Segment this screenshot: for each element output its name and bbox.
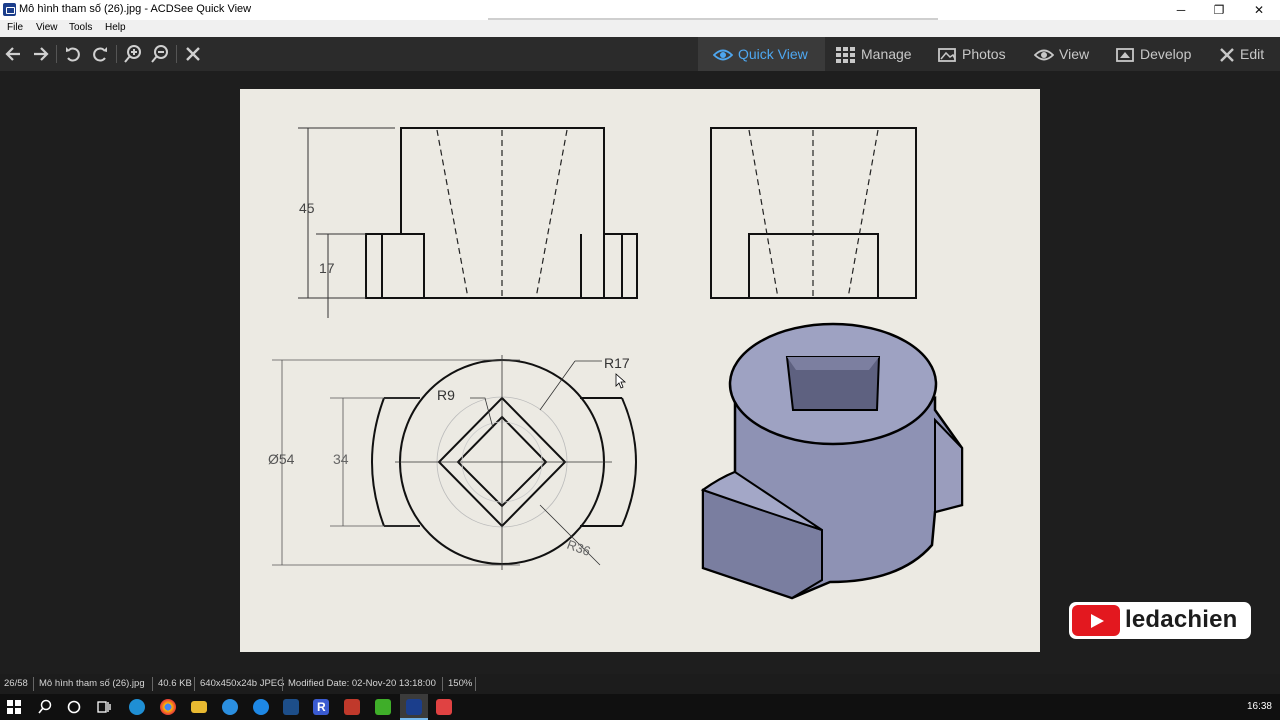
acdsee-app-icon <box>3 3 16 16</box>
menu-bar: File View Tools Help <box>0 20 1280 37</box>
menu-tools[interactable]: Tools <box>69 22 92 33</box>
search-icon[interactable] <box>37 699 53 715</box>
mode-manage[interactable]: Manage <box>836 37 926 71</box>
rotate-left-icon[interactable] <box>62 43 84 65</box>
eye-icon <box>1033 37 1055 71</box>
image-index: 26/58 <box>4 678 28 689</box>
dim-34: 34 <box>333 451 349 467</box>
dim-17: 17 <box>319 260 335 276</box>
mode-quick-view[interactable]: Quick View <box>698 37 825 71</box>
minimize-button[interactable]: ─ <box>1161 0 1201 20</box>
toolbar: Quick View Manage Photos View Develop Ed… <box>0 37 1280 71</box>
restore-button[interactable]: ❐ <box>1199 0 1239 20</box>
status-format: 640x450x24b JPEG <box>200 678 285 689</box>
app-icon-c[interactable] <box>436 699 452 715</box>
mode-label: Develop <box>1140 46 1192 62</box>
zoom-out-icon[interactable] <box>149 43 171 65</box>
toolbar-divider <box>116 45 117 63</box>
status-modified: Modified Date: 02-Nov-20 13:18:00 <box>288 678 436 689</box>
mode-develop[interactable]: Develop <box>1116 37 1206 71</box>
task-view-icon[interactable] <box>96 699 112 715</box>
eye-icon <box>712 37 734 71</box>
dim-r17: R17 <box>604 355 630 371</box>
dim-phi54: Ø54 <box>268 451 295 467</box>
mode-edit[interactable]: Edit <box>1219 37 1279 71</box>
close-image-icon[interactable] <box>182 43 204 65</box>
toolbar-divider <box>176 45 177 63</box>
app-icon-blue[interactable] <box>222 699 238 715</box>
cortana-icon[interactable] <box>66 699 82 715</box>
file-explorer-icon[interactable] <box>191 701 207 713</box>
photos-icon <box>938 37 958 71</box>
mode-photos[interactable]: Photos <box>938 37 1018 71</box>
acdsee-taskbar-button[interactable] <box>400 694 428 720</box>
back-arrow-icon[interactable] <box>3 43 25 65</box>
dim-45: 45 <box>299 200 315 216</box>
app-icon-green[interactable] <box>375 699 391 715</box>
taskbar-clock[interactable]: 16:38 <box>1247 701 1272 712</box>
status-zoom[interactable]: 150% <box>448 678 472 689</box>
edit-icon <box>1219 37 1235 71</box>
edge-browser-icon[interactable] <box>129 699 145 715</box>
technical-drawing: 45 17 R17 R9 Ø54 34 R36 <box>268 127 964 600</box>
close-window-button[interactable]: ✕ <box>1239 0 1279 20</box>
dim-r36: R36 <box>565 537 593 559</box>
menu-file[interactable]: File <box>7 22 23 33</box>
develop-icon <box>1116 37 1136 71</box>
mode-label: Quick View <box>738 46 808 62</box>
mode-label: Manage <box>861 46 912 62</box>
windows-start-icon[interactable] <box>7 700 21 714</box>
mouse-cursor-icon <box>615 373 627 389</box>
menu-help[interactable]: Help <box>105 22 126 33</box>
zoom-in-icon[interactable] <box>122 43 144 65</box>
app-icon-red[interactable] <box>344 699 360 715</box>
revit-icon[interactable]: R <box>313 699 329 715</box>
status-filesize: 40.6 KB <box>158 678 192 689</box>
menu-view[interactable]: View <box>36 22 58 33</box>
youtube-watermark: ledachien <box>1069 602 1251 639</box>
window-title: Mô hình tham số (26).jpg - ACDSee Quick … <box>19 3 252 15</box>
app-icon-monitor[interactable] <box>283 699 299 715</box>
status-filename: Mô hình tham số (26).jpg <box>39 678 145 689</box>
toolbar-divider <box>56 45 57 63</box>
taskbar: R 16:38 <box>0 694 1280 720</box>
dim-r9: R9 <box>437 387 455 403</box>
isometric-model <box>700 322 964 600</box>
mode-view[interactable]: View <box>1033 37 1104 71</box>
channel-name: ledachien <box>1125 606 1238 633</box>
mode-label: Photos <box>962 46 1006 62</box>
chrome-icon[interactable] <box>160 699 176 715</box>
title-bar: Mô hình tham số (26).jpg - ACDSee Quick … <box>0 0 1280 20</box>
grid-icon <box>836 37 856 71</box>
displayed-image[interactable]: 45 17 R17 R9 Ø54 34 R36 <box>240 89 1040 652</box>
mode-label: View <box>1059 46 1090 62</box>
messenger-icon[interactable] <box>253 699 269 715</box>
rotate-right-icon[interactable] <box>89 43 111 65</box>
forward-arrow-icon[interactable] <box>29 43 51 65</box>
mode-label: Edit <box>1240 46 1265 62</box>
youtube-play-icon <box>1072 605 1120 636</box>
status-bar: 26/58 Mô hình tham số (26).jpg 40.6 KB 6… <box>0 674 1280 694</box>
